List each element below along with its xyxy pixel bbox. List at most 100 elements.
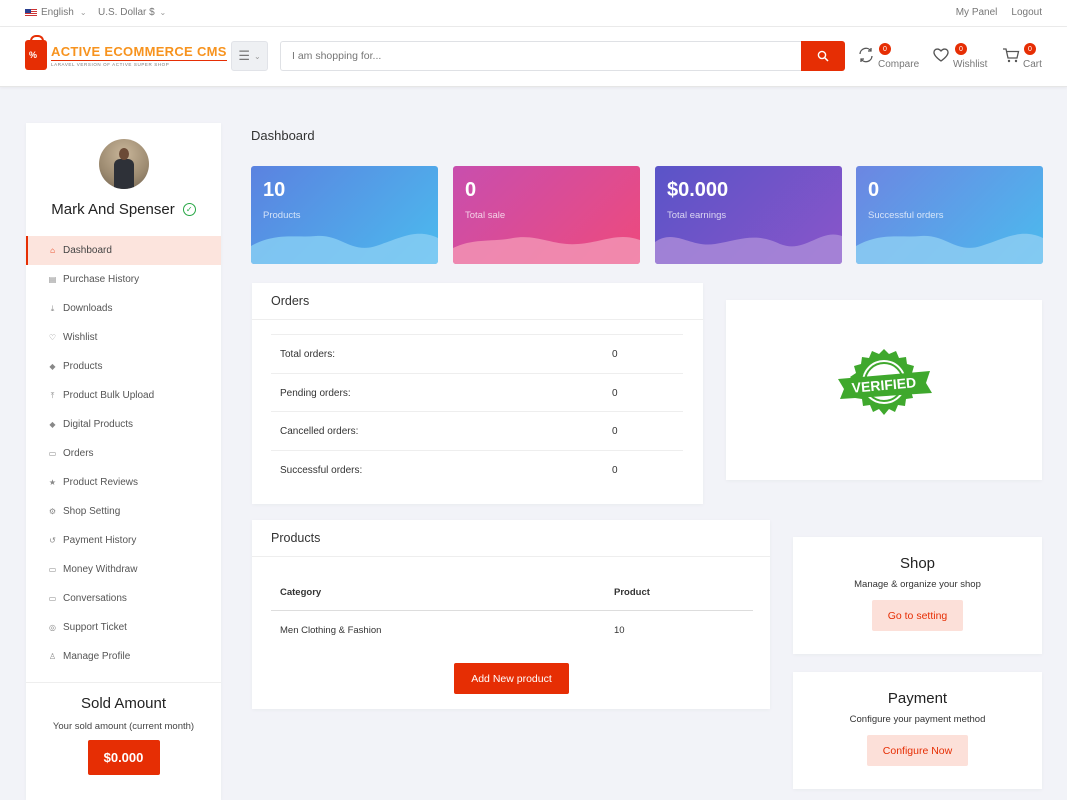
stat-label: Total earnings: [667, 210, 727, 221]
sidebar-item-conversations[interactable]: ▭ Conversations: [26, 584, 221, 613]
shop-card-title: Shop: [899, 555, 936, 572]
upload-icon: ⤒: [50, 390, 55, 400]
top-bar: English ⌄ U.S. Dollar $ ⌄ My Panel Logou…: [0, 0, 1067, 27]
sidebar-item-manage-profile[interactable]: ♙ Manage Profile: [26, 642, 221, 671]
sidebar-item-product-bulk-upload[interactable]: ⤒ Product Bulk Upload: [26, 381, 221, 410]
wishlist-link[interactable]: 0 Wishlist: [932, 43, 987, 70]
wishlist-count-badge: 0: [955, 43, 967, 55]
life-ring-icon: ◎: [49, 623, 56, 632]
wave-decoration: [856, 233, 1043, 264]
go-to-setting-button[interactable]: Go to setting: [872, 600, 963, 631]
column-header-product: Product: [614, 587, 650, 598]
logout-link[interactable]: Logout: [1011, 7, 1042, 18]
sidebar-item-label: Wishlist: [63, 332, 98, 343]
sold-amount-value: $0.000: [87, 740, 160, 775]
payment-card-title: Payment: [887, 690, 948, 707]
sidebar-item-product-reviews[interactable]: ★ Product Reviews: [26, 468, 221, 497]
products-title: Products: [252, 520, 770, 557]
compare-link[interactable]: 0 Compare: [857, 43, 919, 70]
search-input[interactable]: [280, 41, 801, 71]
my-panel-link[interactable]: My Panel: [956, 7, 998, 18]
logo-name: ACTIVE ECOMMERCE CMS: [51, 43, 227, 59]
sidebar-item-money-withdraw[interactable]: ▭ Money Withdraw: [26, 555, 221, 584]
shop-card: Shop Manage & organize your shop Go to s…: [793, 537, 1042, 654]
orders-row: Pending orders: 0: [271, 372, 683, 412]
cart-label: Cart: [1023, 59, 1042, 70]
sidebar-item-wishlist[interactable]: ♡ Wishlist: [26, 323, 221, 352]
heart-icon: [933, 48, 949, 62]
sidebar-item-label: Digital Products: [63, 419, 134, 430]
sidebar-item-label: Money Withdraw: [63, 564, 138, 575]
cart-link[interactable]: 0 Cart: [1002, 43, 1042, 70]
user-name: Mark And Spenser: [51, 201, 175, 218]
compare-count-badge: 0: [879, 43, 891, 55]
sidebar-item-support-ticket[interactable]: ◎ Support Ticket: [26, 613, 221, 642]
search-button[interactable]: [801, 41, 845, 71]
sidebar-item-orders[interactable]: ▭ Orders: [26, 439, 221, 468]
logo[interactable]: % ACTIVE ECOMMERCE CMS LARAVEL VERSION O…: [25, 35, 227, 70]
star-icon: ★: [48, 478, 57, 487]
stat-label: Successful orders: [868, 210, 944, 221]
sidebar-item-shop-setting[interactable]: ⚙ Shop Setting: [26, 497, 221, 526]
configure-now-button[interactable]: Configure Now: [867, 735, 968, 766]
verified-panel: VERIFIED: [726, 300, 1042, 480]
sidebar-item-label: Manage Profile: [63, 651, 131, 662]
orders-title: Orders: [252, 283, 703, 320]
orders-row-value: 0: [612, 349, 618, 360]
payment-card-subtitle: Configure your payment method: [849, 714, 986, 725]
total-sale-stat-card: 0 Total sale: [453, 166, 640, 264]
download-icon: ⤓: [50, 303, 55, 313]
chevron-down-icon: ⌄: [79, 8, 87, 17]
sold-amount-title: Sold Amount: [80, 695, 167, 712]
chevron-down-icon: ⌄: [159, 8, 167, 17]
sidebar-item-downloads[interactable]: ⤓ Downloads: [26, 294, 221, 323]
stat-value: 10: [263, 179, 286, 201]
sidebar-item-digital-products[interactable]: ◆ Digital Products: [26, 410, 221, 439]
sidebar-item-label: Dashboard: [63, 245, 112, 256]
orders-row: Successful orders: 0: [271, 449, 683, 489]
sold-amount-panel: Sold Amount Your sold amount (current mo…: [26, 682, 221, 775]
products-stat-card: 10 Products: [251, 166, 438, 264]
comment-icon: ▭: [48, 594, 57, 603]
sidebar-item-dashboard[interactable]: ⌂ Dashboard: [26, 236, 221, 265]
sidebar-item-payment-history[interactable]: ↺ Payment History: [26, 526, 221, 555]
payment-card: Payment Configure your payment method Co…: [793, 672, 1042, 789]
total-earnings-stat-card: $0.000 Total earnings: [655, 166, 842, 264]
orders-row-value: 0: [612, 387, 618, 399]
wave-decoration: [251, 233, 438, 264]
orders-row-label: Total orders:: [280, 349, 336, 360]
orders-panel: Orders Total orders: 0 Pending orders: 0 Can…: [252, 283, 703, 504]
shop-card-subtitle: Manage & organize your shop: [854, 579, 981, 590]
shopping-bag-icon: %: [25, 35, 47, 70]
diamond-icon: ◆: [49, 362, 56, 371]
orders-row-label: Cancelled orders:: [280, 426, 359, 437]
orders-row: Cancelled orders: 0: [271, 411, 683, 450]
page-title: Dashboard: [251, 128, 315, 143]
category-menu-button[interactable]: ☰ ⌄: [231, 41, 268, 71]
user-icon: ♙: [48, 652, 57, 661]
add-new-product-button[interactable]: Add New product: [454, 663, 569, 694]
home-icon: ⌂: [50, 246, 55, 255]
cart-count-badge: 0: [1024, 43, 1036, 55]
sidebar: Mark And Spenser ✓ ⌂ Dashboard ▤ Purchase H…: [26, 123, 221, 800]
wave-decoration: [655, 234, 842, 264]
sidebar-item-label: Payment History: [63, 535, 137, 546]
cog-icon: ⚙: [48, 507, 57, 516]
table-row: Men Clothing & Fashion 10: [271, 611, 753, 647]
stat-label: Products: [263, 210, 301, 221]
heart-icon: ♡: [48, 333, 57, 342]
cart-icon: [1003, 48, 1020, 63]
diamond-icon: ◆: [49, 420, 56, 429]
sidebar-item-products[interactable]: ◆ Products: [26, 352, 221, 381]
compare-label: Compare: [878, 59, 920, 70]
verified-seal-icon: VERIFIED: [838, 349, 932, 415]
stat-value: 0: [868, 179, 880, 201]
language-selector[interactable]: English ⌄: [25, 7, 87, 18]
product-count-cell: 10: [614, 625, 625, 636]
language-label: English: [41, 7, 74, 18]
currency-selector[interactable]: U.S. Dollar $ ⌄: [98, 7, 166, 18]
check-circle-icon: ✓: [182, 203, 196, 216]
stat-value: 0: [465, 179, 477, 201]
search-icon: [817, 50, 829, 62]
sidebar-item-purchase-history[interactable]: ▤ Purchase History: [26, 265, 221, 294]
